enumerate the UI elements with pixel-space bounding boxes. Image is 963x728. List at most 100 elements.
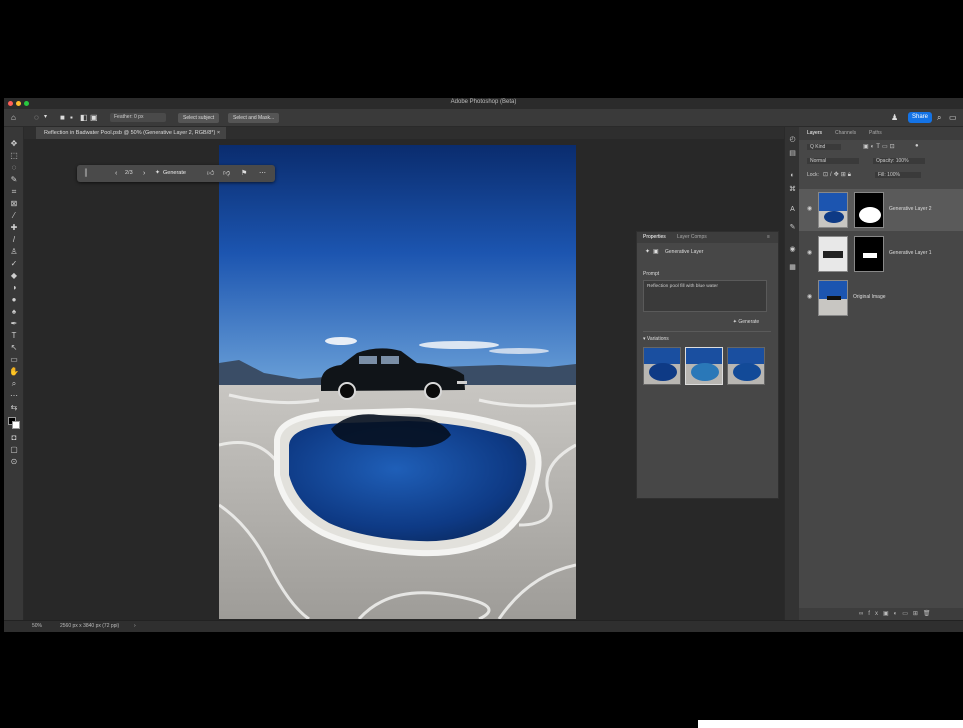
generate-button[interactable]: Generate — [163, 169, 186, 178]
paths-icon[interactable]: ⌘ — [788, 185, 797, 194]
previous-variation-button[interactable]: ‹ — [115, 169, 117, 178]
variation-thumbnail[interactable] — [685, 347, 723, 385]
layers-tabs: Layers Channels Paths — [799, 127, 963, 140]
character-icon[interactable]: A — [788, 205, 797, 214]
layer-name[interactable]: Generative Layer 2 — [889, 206, 932, 212]
edit-toolbar-icon[interactable]: ⊙ — [9, 457, 19, 467]
intersect-selection-icon[interactable]: ▣ — [90, 113, 98, 122]
zoom-level[interactable]: 50% — [32, 623, 42, 629]
more-options-icon[interactable]: ⋯ — [259, 169, 266, 178]
layer-name[interactable]: Generative Layer 1 — [889, 250, 932, 256]
rectangle-tool-icon[interactable]: ▭ — [9, 355, 19, 365]
hand-tool-icon[interactable]: ✋ — [9, 367, 19, 377]
layer-mask-thumbnail[interactable] — [854, 236, 884, 272]
divider — [643, 331, 771, 332]
drag-handle-icon[interactable]: ▍ — [85, 169, 90, 178]
feather-field[interactable]: Feather: 0 px — [110, 113, 166, 122]
variation-thumbnail[interactable] — [643, 347, 681, 385]
artboard-tool-icon[interactable]: ⬚ — [9, 151, 19, 161]
background-color-swatch[interactable] — [12, 421, 20, 429]
blur-tool-icon[interactable]: ● — [9, 295, 19, 305]
type-tool-icon[interactable]: T — [9, 331, 19, 341]
path-selection-tool-icon[interactable]: ↖ — [9, 343, 19, 353]
thumbs-down-icon[interactable]: 👎︎ — [223, 169, 230, 178]
chevron-down-icon[interactable]: ▾ — [44, 113, 47, 122]
variation-thumbnail[interactable] — [727, 347, 765, 385]
user-icon[interactable]: ♟ — [891, 113, 898, 122]
comments-icon[interactable]: ▤ — [788, 149, 797, 158]
adjustments-icon[interactable]: ◐ — [788, 171, 797, 180]
layer-row[interactable]: ◉ Original Image — [799, 277, 963, 319]
more-tools-icon[interactable]: ⋯ — [9, 391, 19, 401]
screen-mode-icon[interactable]: ▢ — [9, 445, 19, 455]
contextual-task-bar: ▍ ‹ 2/3 › ✦ Generate 👍︎ 👎︎ ⚑ ⋯ — [77, 165, 275, 182]
tab-layer-comps[interactable]: Layer Comps — [677, 234, 707, 240]
document-image[interactable] — [219, 145, 576, 619]
tab-properties[interactable]: Properties — [643, 234, 666, 240]
chevron-right-icon[interactable]: › — [134, 623, 136, 629]
next-variation-button[interactable]: › — [143, 169, 145, 178]
panel-menu-icon[interactable]: ≡ — [767, 234, 770, 240]
filter-toggle-icon[interactable]: ● — [915, 143, 919, 149]
visibility-eye-icon[interactable]: ◉ — [807, 205, 812, 212]
lasso-tool-icon[interactable]: ◌ — [34, 113, 39, 122]
brushes-icon[interactable]: ✎ — [788, 223, 797, 232]
layer-row[interactable]: ◉ Generative Layer 2 — [799, 189, 963, 231]
share-button[interactable]: Share — [908, 112, 932, 123]
tab-layers[interactable]: Layers — [807, 130, 822, 136]
libraries-icon[interactable]: ▦ — [788, 263, 797, 272]
brush-tool-icon[interactable]: / — [9, 235, 19, 245]
document-info[interactable]: 2560 px x 3840 px (72 ppi) — [60, 623, 119, 629]
generate-icon[interactable]: ✦ — [155, 169, 160, 178]
layer-mask-thumbnail[interactable] — [854, 192, 884, 228]
workspace-icon[interactable]: ▭ — [949, 113, 957, 122]
tab-channels[interactable]: Channels — [835, 130, 856, 136]
dodge-tool-icon[interactable]: ♠ — [9, 307, 19, 317]
crop-tool-icon[interactable]: ⌗ — [9, 187, 19, 197]
select-and-mask-button[interactable]: Select and Mask... — [228, 113, 280, 123]
eyedropper-tool-icon[interactable]: ⁄ — [9, 211, 19, 221]
quick-mask-icon[interactable]: ◘ — [9, 433, 19, 443]
swap-colors-icon[interactable]: ⇆ — [9, 403, 19, 413]
fill-field[interactable]: Fill: 100% — [875, 172, 921, 178]
thumbs-up-icon[interactable]: 👍︎ — [207, 169, 214, 178]
prompt-input[interactable]: Reflection pool fill with blue water — [643, 280, 767, 312]
layer-row[interactable]: ◉ Generative Layer 1 — [799, 233, 963, 275]
layer-action-icons[interactable]: ∞fx▣◐▭⊞🗑︎ — [859, 610, 936, 617]
select-subject-button[interactable]: Select subject — [178, 113, 220, 123]
add-selection-icon[interactable]: ▪ — [70, 113, 73, 122]
visibility-eye-icon[interactable]: ◉ — [807, 293, 812, 300]
history-brush-tool-icon[interactable]: ✓ — [9, 259, 19, 269]
eraser-tool-icon[interactable]: ◆ — [9, 271, 19, 281]
color-icon[interactable]: ◉ — [788, 245, 797, 254]
zoom-tool-icon[interactable]: ⌕ — [9, 379, 19, 389]
gradient-tool-icon[interactable]: ◑ — [9, 283, 19, 293]
variation-image — [686, 348, 722, 384]
tab-paths[interactable]: Paths — [869, 130, 882, 136]
blend-mode-select[interactable]: Normal — [807, 158, 859, 164]
search-icon[interactable]: ⌕ — [937, 113, 941, 122]
pen-tool-icon[interactable]: ✒ — [9, 319, 19, 329]
healing-brush-tool-icon[interactable]: ✚ — [9, 223, 19, 233]
layer-name[interactable]: Original Image — [853, 294, 886, 300]
frame-tool-icon[interactable]: ⊠ — [9, 199, 19, 209]
lock-row: Lock: ⊡/✥⊞🔒︎ Fill: 100% — [803, 171, 959, 181]
new-selection-icon[interactable]: ■ — [60, 113, 65, 122]
flag-icon[interactable]: ⚑ — [241, 169, 247, 178]
home-icon[interactable]: ⌂ — [11, 113, 16, 122]
close-icon[interactable]: × — [217, 130, 220, 136]
history-icon[interactable]: ◴ — [788, 135, 797, 144]
kind-filter[interactable]: Q Kind — [807, 144, 841, 150]
subtract-selection-icon[interactable]: ◧ — [80, 113, 88, 122]
document-tab[interactable]: Reflection in Badwater Pool.psb @ 50% (G… — [36, 127, 227, 139]
clone-stamp-tool-icon[interactable]: ♙ — [9, 247, 19, 257]
filter-icons[interactable]: ▣◐T▭⊡ — [863, 143, 897, 150]
move-tool-icon[interactable]: ✥ — [9, 139, 19, 149]
generate-button[interactable]: ✦ Generate — [727, 318, 765, 327]
canvas-area[interactable]: ▍ ‹ 2/3 › ✦ Generate 👍︎ 👎︎ ⚑ ⋯ Propertie… — [24, 139, 784, 620]
opacity-field[interactable]: Opacity: 100% — [873, 158, 925, 164]
quick-selection-tool-icon[interactable]: ✎ — [9, 175, 19, 185]
visibility-eye-icon[interactable]: ◉ — [807, 249, 812, 256]
lock-icons[interactable]: ⊡/✥⊞🔒︎ — [823, 171, 853, 179]
lasso-tool-icon[interactable]: ◌ — [9, 163, 19, 173]
